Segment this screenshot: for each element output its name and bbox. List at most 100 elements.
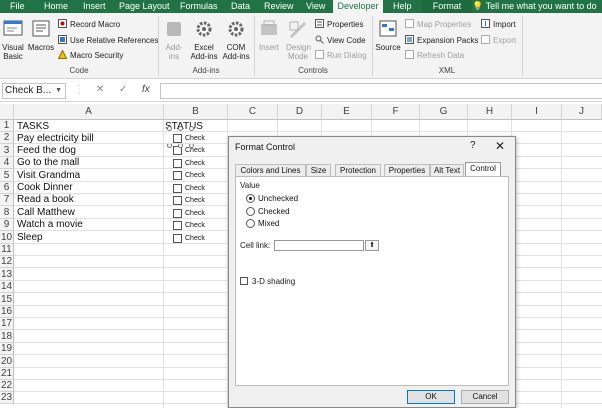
row-header[interactable]: 3 <box>0 144 14 157</box>
addins-button[interactable]: Add-ins <box>162 19 186 61</box>
row-header[interactable]: 17 <box>0 318 14 330</box>
tab-protection[interactable]: Protection <box>335 164 381 176</box>
row-header[interactable]: 16 <box>0 306 14 318</box>
column-header-f[interactable]: F <box>372 104 420 120</box>
chevron-down-icon[interactable]: ▼ <box>55 84 62 98</box>
tab-review[interactable]: Review <box>264 0 294 13</box>
formula-input[interactable] <box>160 83 602 99</box>
row-header[interactable]: 7 <box>0 194 14 206</box>
checkbox[interactable] <box>173 134 182 143</box>
excel-addins-button[interactable]: Excel Add-ins <box>190 19 218 61</box>
cancel-entry-icon[interactable]: ✕ <box>96 84 104 95</box>
checkbox[interactable] <box>173 171 182 180</box>
expansion-packs-button[interactable]: Expansion Packs <box>405 35 478 46</box>
3d-shading-checkbox[interactable] <box>240 277 248 285</box>
tab-data[interactable]: Data <box>231 0 250 13</box>
tab-insert[interactable]: Insert <box>83 0 106 13</box>
tab-formulas[interactable]: Formulas <box>180 0 218 13</box>
addins-label: Add-ins <box>165 43 183 61</box>
row-header[interactable]: 11 <box>0 244 14 256</box>
column-header-d[interactable]: D <box>278 104 322 120</box>
insert-control-button[interactable]: Insert <box>257 19 281 52</box>
macros-label: Macros <box>27 43 55 52</box>
column-header-g[interactable]: G <box>420 104 468 120</box>
row-header[interactable]: 10 <box>0 231 14 244</box>
row-header[interactable]: 23 <box>0 392 14 404</box>
view-code-icon <box>315 35 324 44</box>
checkbox[interactable] <box>173 184 182 193</box>
row-header[interactable]: 12 <box>0 256 14 268</box>
close-icon[interactable]: ✕ <box>495 139 505 153</box>
row-header[interactable]: 2 <box>0 132 14 144</box>
tab-colors-and-lines[interactable]: Colors and Lines <box>235 164 306 176</box>
ok-button[interactable]: OK <box>407 390 455 404</box>
enter-entry-icon[interactable]: ✓ <box>119 84 127 95</box>
column-header-b[interactable]: B <box>164 104 228 120</box>
checkbox[interactable] <box>173 221 182 230</box>
properties-button[interactable]: Properties <box>315 19 363 30</box>
radio-checked[interactable] <box>246 207 255 216</box>
checkbox[interactable] <box>173 209 182 218</box>
macros-button[interactable]: Macros <box>27 19 55 52</box>
visual-basic-icon <box>3 20 23 36</box>
column-header-c[interactable]: C <box>228 104 278 120</box>
import-button[interactable]: Import <box>481 19 516 30</box>
row-header[interactable]: 22 <box>0 380 14 392</box>
visual-basic-button[interactable]: Visual Basic <box>2 19 24 61</box>
column-header-a[interactable]: A <box>14 104 164 120</box>
row-header[interactable]: 18 <box>0 330 14 343</box>
radio-mixed[interactable] <box>246 219 255 228</box>
tab-size[interactable]: Size <box>306 164 331 176</box>
source-button[interactable]: Source <box>375 19 401 52</box>
column-header-h[interactable]: H <box>468 104 512 120</box>
cell-link-input[interactable] <box>274 240 364 251</box>
column-header-e[interactable]: E <box>322 104 372 120</box>
com-addins-button[interactable]: COM Add-ins <box>221 19 251 61</box>
row-header[interactable]: 14 <box>0 281 14 293</box>
run-dialog-button[interactable]: Run Dialog <box>315 50 367 61</box>
warning-icon <box>58 50 67 59</box>
design-mode-button[interactable]: Design Mode <box>284 19 312 61</box>
column-header-j[interactable]: J <box>562 104 602 120</box>
checkbox[interactable] <box>173 159 182 168</box>
checkbox[interactable] <box>173 196 182 205</box>
tab-properties[interactable]: Properties <box>384 164 430 176</box>
select-all-corner[interactable] <box>0 104 14 120</box>
tab-help[interactable]: Help <box>393 0 412 13</box>
row-header[interactable]: 5 <box>0 169 14 182</box>
tab-format[interactable]: Format <box>422 0 472 13</box>
cancel-button[interactable]: Cancel <box>461 390 509 404</box>
help-icon[interactable]: ? <box>470 140 476 151</box>
row-header[interactable]: 1 <box>0 120 14 132</box>
tab-control[interactable]: Control <box>465 162 501 177</box>
tab-file[interactable]: File <box>10 0 25 13</box>
row-header[interactable]: 8 <box>0 206 14 219</box>
record-macro-button[interactable]: Record Macro <box>58 19 120 30</box>
tell-me-search[interactable]: 💡 Tell me what you want to do <box>472 0 597 13</box>
row-header[interactable]: 4 <box>0 157 14 169</box>
relative-references-button[interactable]: Use Relative References <box>58 35 158 46</box>
tab-home[interactable]: Home <box>44 0 68 13</box>
tab-page-layout[interactable]: Page Layout <box>119 0 170 13</box>
row-header[interactable]: 6 <box>0 182 14 194</box>
insert-function-icon[interactable]: fx <box>142 84 150 95</box>
name-box[interactable]: Check B... ▼ <box>2 83 66 99</box>
checkbox[interactable] <box>173 234 182 243</box>
radio-unchecked[interactable] <box>246 194 255 203</box>
row-header[interactable]: 20 <box>0 355 14 368</box>
column-header-i[interactable]: I <box>512 104 562 120</box>
macro-security-button[interactable]: Macro Security <box>58 50 123 61</box>
tab-developer[interactable]: Developer <box>333 0 383 13</box>
map-properties-button[interactable]: Map Properties <box>405 19 471 30</box>
refresh-data-button[interactable]: Refresh Data <box>405 50 464 61</box>
view-code-button[interactable]: View Code <box>315 35 366 46</box>
row-header[interactable]: 9 <box>0 219 14 231</box>
collapse-dialog-icon[interactable]: ⬆ <box>365 240 379 251</box>
row-header[interactable]: 19 <box>0 343 14 355</box>
row-header[interactable]: 15 <box>0 293 14 306</box>
row-header[interactable]: 13 <box>0 268 14 281</box>
row-header[interactable]: 21 <box>0 368 14 380</box>
tab-alt-text[interactable]: Alt Text <box>430 164 464 176</box>
tab-view[interactable]: View <box>306 0 325 13</box>
export-button[interactable]: Export <box>481 35 516 46</box>
